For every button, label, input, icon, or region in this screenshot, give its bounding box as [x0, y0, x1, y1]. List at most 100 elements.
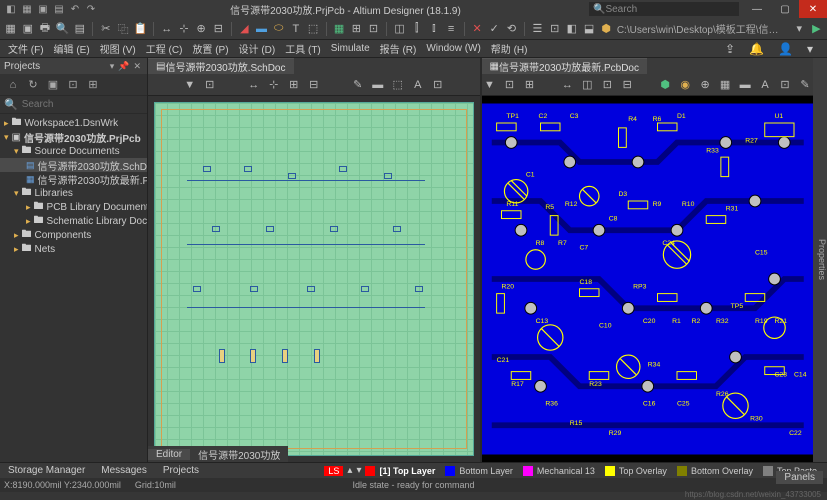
tool-icon[interactable]: ↔	[160, 21, 173, 37]
filter-icon[interactable]: ▼	[482, 77, 498, 93]
layer-swatch[interactable]	[605, 466, 615, 476]
tool-icon[interactable]: A	[410, 77, 426, 93]
undo-icon[interactable]: ↶	[68, 2, 82, 16]
tool-icon[interactable]: ⊡	[501, 77, 517, 93]
tab-editor[interactable]: Editor	[148, 449, 190, 460]
tool-icon[interactable]: ⊡	[430, 77, 446, 93]
properties-panel-tab[interactable]: Properties	[813, 58, 827, 462]
tool-icon[interactable]: ⊟	[212, 21, 225, 37]
layer-swatch[interactable]	[445, 466, 455, 476]
menu-file[interactable]: 文件 (F)	[4, 41, 48, 56]
save-icon[interactable]: ▤	[52, 2, 66, 16]
tool-icon[interactable]: ▬	[370, 77, 386, 93]
menu-place[interactable]: 放置 (P)	[188, 41, 232, 56]
tool-icon[interactable]: ▦	[4, 21, 17, 37]
layer-swatch[interactable]	[763, 466, 773, 476]
menu-view[interactable]: 视图 (V)	[96, 41, 140, 56]
pin-icon[interactable]: ▾	[108, 61, 117, 71]
tab-pcbdoc[interactable]: ▦ 信号源带2030功放最新.PcbDoc	[482, 58, 648, 74]
pin-icon[interactable]: 📌	[116, 61, 131, 71]
tool-icon[interactable]: ⬚	[390, 77, 406, 93]
menu-project[interactable]: 工程 (C)	[142, 41, 187, 56]
compile-icon[interactable]: ⊡	[66, 78, 80, 92]
status-messages[interactable]: Messages	[93, 463, 155, 479]
minimize-button[interactable]: —	[743, 0, 771, 18]
menu-tools[interactable]: 工具 (T)	[281, 41, 325, 56]
menu-simulate[interactable]: Simulate	[327, 43, 374, 54]
tool-icon[interactable]: ⬢	[657, 77, 673, 93]
redo-icon[interactable]: ↷	[84, 2, 98, 16]
tool-icon[interactable]: ⊞	[350, 21, 363, 37]
tool-icon[interactable]: ◉	[677, 77, 693, 93]
menu-edit[interactable]: 编辑 (E)	[50, 41, 94, 56]
folder-icon[interactable]: ▣	[46, 78, 60, 92]
tool-icon[interactable]: ⊞	[286, 77, 302, 93]
status-projects[interactable]: Projects	[155, 463, 207, 479]
tool-icon[interactable]: ⬢	[600, 21, 613, 37]
tab-sheet[interactable]: 信号源带2030功放	[190, 447, 288, 462]
layer-swatch[interactable]	[677, 466, 687, 476]
tool-icon[interactable]: ◢	[238, 21, 251, 37]
tool-icon[interactable]: 🔍	[56, 21, 70, 37]
tool-icon[interactable]: ↔	[559, 77, 575, 93]
ls-indicator[interactable]: LS	[324, 466, 343, 476]
cut-icon[interactable]: ✂	[99, 21, 112, 37]
tree-sch-doc[interactable]: ▤信号源带2030功放.SchDoc	[0, 158, 147, 172]
menu-design[interactable]: 设计 (D)	[235, 41, 280, 56]
tool-icon[interactable]: ▬	[255, 21, 268, 37]
tool-icon[interactable]: A	[757, 77, 773, 93]
tool-icon[interactable]: ⬭	[272, 21, 285, 37]
schematic-canvas[interactable]: Editor 信号源带2030功放	[148, 96, 480, 462]
panel-search-input[interactable]	[22, 99, 154, 110]
layer-name[interactable]: Top Overlay	[619, 466, 673, 476]
tool-icon[interactable]: ⊕	[697, 77, 713, 93]
copy-icon[interactable]: ⿻	[116, 21, 129, 37]
tool-icon[interactable]: ◧	[565, 21, 578, 37]
paste-icon[interactable]: 📋	[134, 21, 148, 37]
tool-icon[interactable]: ⫿	[410, 21, 423, 37]
layer-name[interactable]: Bottom Layer	[459, 466, 519, 476]
tool-icon[interactable]: ⬓	[582, 21, 595, 37]
tool-icon[interactable]: ⊟	[619, 77, 635, 93]
chevron-up-icon[interactable]: ▴	[347, 465, 352, 476]
tool-icon[interactable]: ▦	[333, 21, 346, 37]
tool-icon[interactable]: ⊟	[306, 77, 322, 93]
menu-window[interactable]: Window (W)	[422, 43, 484, 54]
tree-source-docs[interactable]: ▾🖿Source Documents	[0, 144, 147, 158]
tool-icon[interactable]: ☰	[531, 21, 544, 37]
tree-nets[interactable]: ▸🖿Nets	[0, 242, 147, 256]
new-icon[interactable]: ▦	[20, 2, 34, 16]
filter-icon[interactable]: ▼	[182, 77, 198, 93]
dropdown-icon[interactable]: ▾	[803, 42, 817, 56]
layer-name[interactable]: Mechanical 13	[537, 466, 601, 476]
tool-icon[interactable]: ◫	[393, 21, 406, 37]
tool-icon[interactable]: ✓	[488, 21, 501, 37]
tool-icon[interactable]: ▬	[737, 77, 753, 93]
global-search[interactable]: 🔍 Search	[589, 2, 739, 16]
close-icon[interactable]: ✕	[131, 61, 143, 71]
refresh-icon[interactable]: ↻	[26, 78, 40, 92]
share-icon[interactable]: ⇪	[721, 42, 739, 56]
panels-button[interactable]: Panels	[776, 471, 823, 484]
tool-icon[interactable]: ⟲	[505, 21, 518, 37]
tool-icon[interactable]: ⊡	[202, 77, 218, 93]
layer-name[interactable]: Bottom Overlay	[691, 466, 759, 476]
tool-icon[interactable]: ⊡	[777, 77, 793, 93]
home-icon[interactable]: ⌂	[6, 78, 20, 92]
menu-help[interactable]: 帮助 (H)	[487, 41, 532, 56]
tool-icon[interactable]: ▶	[810, 21, 823, 37]
tool-icon[interactable]: ≡	[444, 21, 457, 37]
maximize-button[interactable]: ▢	[771, 0, 799, 18]
tree-icon[interactable]: ⊞	[86, 78, 100, 92]
tool-icon[interactable]: ⊕	[195, 21, 208, 37]
close-button[interactable]: ✕	[799, 0, 827, 18]
open-icon[interactable]: ▣	[36, 2, 50, 16]
tool-icon[interactable]: ⊹	[266, 77, 282, 93]
layer-swatch[interactable]	[365, 466, 375, 476]
tool-icon[interactable]: ⊡	[367, 21, 380, 37]
menu-report[interactable]: 报告 (R)	[376, 41, 421, 56]
tool-icon[interactable]: ↔	[246, 77, 262, 93]
tool-icon[interactable]: ▤	[73, 21, 86, 37]
pcb-canvas[interactable]: TP1C2C3R33R4R6D1R27U1C1R11R5D3R12C8R9R10…	[482, 96, 814, 462]
tool-icon[interactable]: ⊹	[177, 21, 190, 37]
